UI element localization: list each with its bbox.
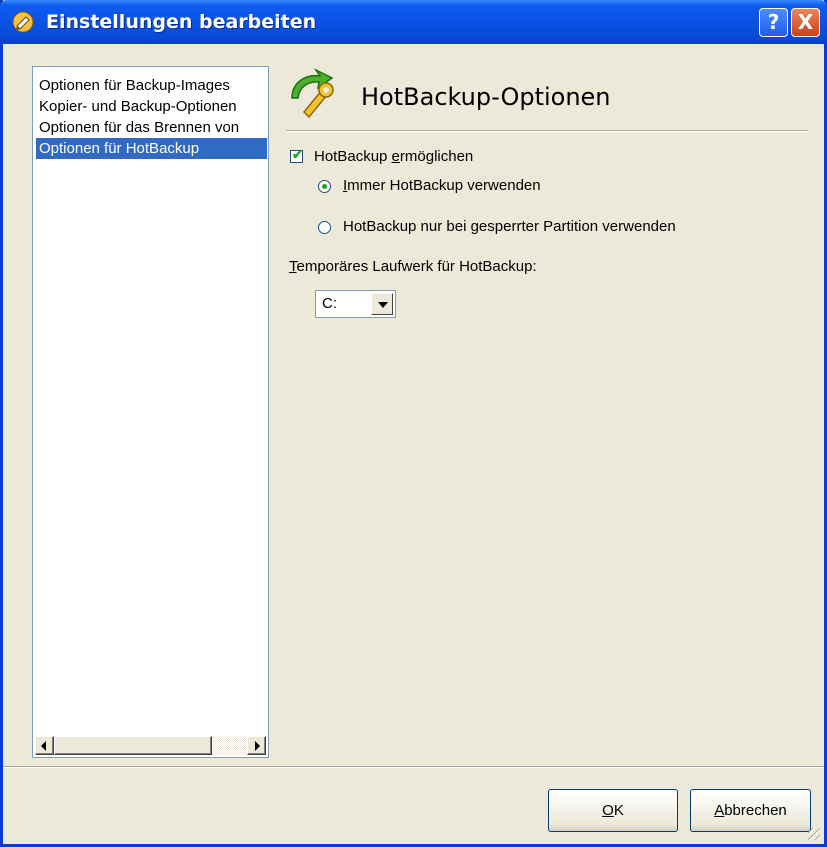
resize-grip-icon[interactable] [808, 828, 820, 840]
header-divider [286, 130, 808, 132]
close-button[interactable]: X [791, 8, 820, 37]
radio-locked-label: HotBackup nur bei gesperrter Partition v… [343, 218, 676, 235]
nav-item-burning[interactable]: Optionen für das Brennen von [36, 117, 267, 138]
help-button[interactable]: ? [759, 8, 788, 37]
scroll-track[interactable] [212, 736, 247, 755]
temp-drive-select[interactable]: C: [315, 290, 396, 318]
nav-item-label: Kopier- und Backup-Optionen [39, 98, 237, 115]
checkbox-box[interactable]: ✔ [290, 147, 303, 163]
options-category-list[interactable]: Optionen für Backup-Images Kopier- und B… [32, 66, 269, 758]
check-mark-icon: ✔ [292, 147, 303, 162]
scroll-right-button[interactable] [247, 736, 266, 755]
footer-divider [3, 766, 824, 768]
dropdown-button[interactable] [371, 293, 393, 315]
temp-drive-label: Temporäres Laufwerk für HotBackup: [289, 258, 537, 275]
close-icon: X [797, 10, 814, 34]
ok-button[interactable]: OK [548, 789, 678, 832]
horizontal-scrollbar[interactable] [35, 736, 266, 755]
settings-dialog: Einstellungen bearbeiten ? X Optionen fü… [0, 0, 827, 847]
help-icon: ? [767, 10, 780, 34]
title-bar[interactable]: Einstellungen bearbeiten ? X [0, 0, 827, 44]
nav-item-backup-images[interactable]: Optionen für Backup-Images [36, 75, 267, 96]
page-title: HotBackup-Optionen [361, 83, 611, 111]
hotbackup-wrench-icon [291, 68, 334, 119]
scroll-thumb[interactable] [54, 736, 212, 755]
arrow-right-icon [255, 741, 260, 751]
pencil-edit-icon [12, 11, 34, 33]
radio-dot-icon [322, 184, 327, 189]
arrow-left-icon [41, 741, 46, 751]
nav-item-label: Optionen für das Brennen von [39, 119, 240, 136]
nav-item-hotbackup[interactable]: Optionen für HotBackup [36, 138, 267, 159]
nav-item-label: Optionen für HotBackup [39, 140, 200, 157]
chevron-down-icon [378, 302, 388, 308]
nav-item-label: Optionen für Backup-Images [39, 77, 230, 94]
cancel-button[interactable]: Abbrechen [690, 789, 811, 832]
radio-button[interactable] [318, 221, 331, 234]
nav-item-copy-backup[interactable]: Kopier- und Backup-Optionen [36, 96, 267, 117]
radio-button[interactable] [318, 180, 331, 193]
enable-hotbackup-label: HotBackup ermöglichen [314, 148, 474, 165]
scroll-left-button[interactable] [35, 736, 54, 755]
radio-always-label: Immer HotBackup verwenden [343, 177, 541, 194]
temp-drive-value: C: [322, 295, 337, 312]
window-title: Einstellungen bearbeiten [46, 11, 317, 33]
